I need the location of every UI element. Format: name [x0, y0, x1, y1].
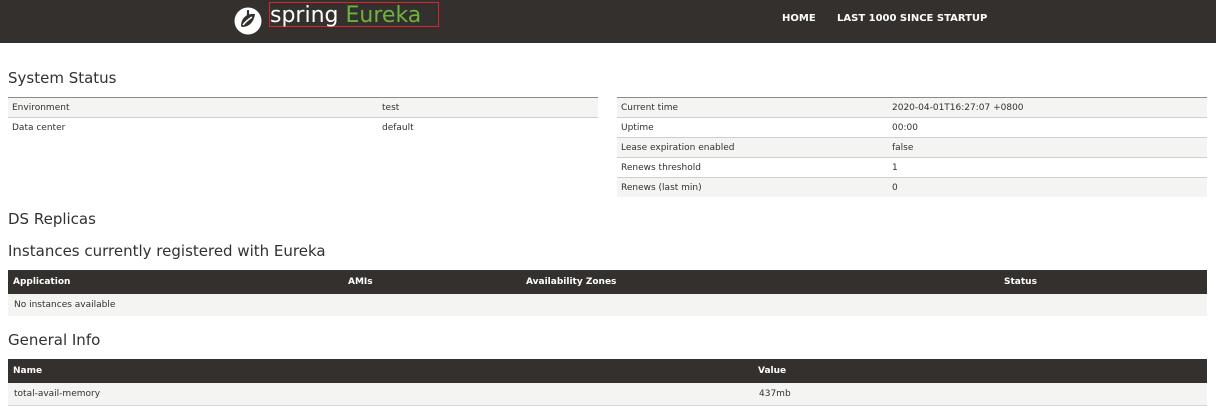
brand-word-eureka: Eureka — [345, 3, 422, 28]
status-value: 00:00 — [888, 117, 1207, 138]
instances-heading: Instances currently registered with Eure… — [8, 242, 326, 260]
table-row: Data center default — [8, 117, 598, 137]
brand[interactable]: spring Eureka — [233, 2, 439, 40]
table-row: Uptime 00:00 — [617, 117, 1207, 138]
status-value: 2020-04-01T16:27:07 +0800 — [888, 97, 1207, 118]
status-label: Lease expiration enabled — [617, 137, 888, 158]
brand-title: spring Eureka — [269, 2, 439, 28]
status-label: Renews (last min) — [617, 177, 888, 197]
ds-replicas-heading: DS Replicas — [8, 210, 96, 228]
table-row: No instances available — [8, 294, 1207, 316]
system-status-heading: System Status — [8, 69, 117, 87]
empty-instances-message: No instances available — [8, 294, 1207, 316]
instances-table: Application AMIs Availability Zones Stat… — [8, 270, 1207, 316]
column-header-application[interactable]: Application — [8, 270, 343, 294]
info-value: 437mb — [753, 383, 1207, 405]
table-header-row: Name Value — [8, 359, 1207, 383]
status-value: false — [888, 137, 1207, 158]
spring-logo-icon — [233, 6, 263, 36]
column-header-availability-zones[interactable]: Availability Zones — [521, 270, 999, 294]
status-value: 1 — [888, 157, 1207, 178]
general-info-table: Name Value total-avail-memory 437mb — [8, 359, 1207, 405]
table-row: Environment test — [8, 97, 598, 118]
system-status-left-table: Environment test Data center default — [8, 97, 598, 137]
status-label: Uptime — [617, 117, 888, 138]
column-header-status[interactable]: Status — [999, 270, 1207, 294]
column-header-name[interactable]: Name — [8, 359, 753, 383]
column-header-amis[interactable]: AMIs — [343, 270, 521, 294]
brand-word-spring: spring — [270, 3, 339, 28]
table-row: total-avail-memory 437mb — [8, 383, 1207, 405]
status-label: Environment — [8, 97, 378, 118]
info-name: total-avail-memory — [8, 383, 753, 405]
system-status-right-table: Current time 2020-04-01T16:27:07 +0800 U… — [617, 97, 1207, 197]
table-row: Current time 2020-04-01T16:27:07 +0800 — [617, 97, 1207, 118]
top-navbar: spring Eureka HOME LAST 1000 SINCE START… — [0, 0, 1216, 43]
general-info-heading: General Info — [8, 331, 101, 349]
nav-home-link[interactable]: HOME — [782, 13, 816, 24]
status-value: test — [378, 97, 598, 118]
column-header-value[interactable]: Value — [753, 359, 1207, 383]
status-value: 0 — [888, 177, 1207, 197]
table-header-row: Application AMIs Availability Zones Stat… — [8, 270, 1207, 294]
status-label: Current time — [617, 97, 888, 118]
divider — [8, 405, 1207, 406]
status-label: Data center — [8, 117, 378, 137]
status-value: default — [378, 117, 598, 137]
table-row: Renews threshold 1 — [617, 157, 1207, 178]
nav-last-1000-link[interactable]: LAST 1000 SINCE STARTUP — [837, 13, 987, 24]
table-row: Lease expiration enabled false — [617, 137, 1207, 158]
table-row: Renews (last min) 0 — [617, 177, 1207, 197]
status-label: Renews threshold — [617, 157, 888, 178]
